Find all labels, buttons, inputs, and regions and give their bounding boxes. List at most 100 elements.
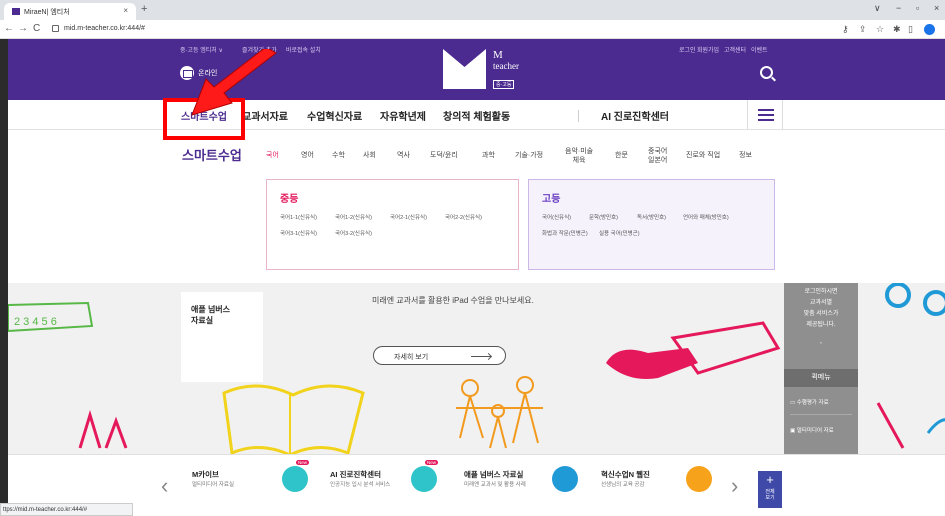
quick-link-multimedia[interactable]: ▣ 멀티미디어 자료 (790, 426, 834, 434)
browser-window: MiraeN| 엠티처 × + ∨ − ▫ × ← → C mid.m-teac… (0, 0, 945, 516)
view-all-button[interactable]: + 전체 보기 (758, 471, 782, 508)
quick-quote: ” (819, 342, 823, 349)
subject-info[interactable]: 정보 (739, 151, 752, 160)
new-badge: New (425, 460, 439, 465)
banner-card-title: 애플 넘버스 자료실 (191, 305, 231, 325)
high-school-panel: 고등 국어(신유식) 문학(방민호) 독서(방민호) 언어와 매체(방민호) 화… (528, 179, 775, 270)
subject-social[interactable]: 사회 (363, 151, 376, 160)
url-field[interactable]: mid.m-teacher.co.kr:444/# (64, 25, 145, 32)
high-heading: 고등 (542, 194, 561, 205)
quick-link-label: 수행평가 자료 (796, 400, 829, 406)
util-link-event[interactable]: 이벤트 (751, 45, 768, 54)
logo-teacher: teacher (493, 61, 519, 71)
subject-history[interactable]: 역사 (397, 151, 410, 160)
webzine-icon (686, 466, 712, 492)
textbook-link[interactable]: 국어2-2(신유식) (445, 213, 482, 221)
quick-link-assessment[interactable]: ▭ 수행평가 자료 (790, 398, 829, 406)
annotation-arrow-icon (191, 49, 277, 116)
subject-tech-home[interactable]: 기술·가정 (515, 151, 543, 160)
plus-icon: + (766, 472, 774, 487)
subject-math[interactable]: 수학 (332, 151, 345, 160)
window-close-icon[interactable]: × (934, 3, 939, 13)
address-bar: ← → C mid.m-teacher.co.kr:444/# ⚷ ⇪ ☆ ✱ … (0, 20, 945, 39)
nav-career-center[interactable]: AI 진로진학센터 (601, 108, 669, 123)
svg-text:2 3 4 5 6: 2 3 4 5 6 (14, 316, 57, 328)
reload-icon[interactable]: C (33, 23, 40, 34)
middle-heading: 중등 (280, 194, 299, 205)
new-tab-button[interactable]: + (141, 3, 147, 15)
quicklink-title: AI 진로진학센터 (330, 470, 381, 479)
textbook-link[interactable]: 실용 국어(민병곤) (599, 229, 640, 237)
quick-link-label: 멀티미디어 자료 (796, 428, 834, 434)
more-button-label: 자세히 보기 (394, 354, 429, 361)
quick-menu-title: 퀵메뉴 (784, 369, 858, 387)
lock-icon (52, 25, 59, 32)
banner-headline: 미래엔 교과서를 활용한 iPad 수업을 만나보세요. (372, 296, 534, 305)
textbook-link[interactable]: 국어1-2(신유식) (335, 213, 372, 221)
util-link-support[interactable]: 고객센터 (724, 45, 746, 54)
arrow-right-icon (471, 356, 491, 357)
subject-korean[interactable]: 국어 (266, 151, 279, 160)
banner-card[interactable]: 애플 넘버스 자료실 (181, 292, 263, 382)
chevron-left-icon[interactable]: ‹ (161, 473, 168, 499)
textbook-link[interactable]: 국어3-2(신유식) (335, 229, 372, 237)
subject-ethics[interactable]: 도덕/윤리 (430, 151, 458, 160)
main-nav: 스마트수업 교과서자료 수업혁신자료 자유학년제 창의적 체험활동 AI 진로진… (8, 100, 945, 130)
middle-school-panel: 중등 국어1-1(신유식) 국어1-2(신유식) 국어2-1(신유식) 국어2-… (266, 179, 519, 270)
favicon-icon (12, 8, 20, 15)
star-icon[interactable]: ☆ (876, 24, 884, 35)
minimize-icon[interactable]: − (896, 3, 901, 13)
subject-english[interactable]: 영어 (301, 151, 314, 160)
nav-free-semester[interactable]: 자유학년제 (380, 108, 426, 123)
status-url: ttps://mid.m-teacher.co.kr:444/# (0, 503, 133, 516)
menu-icon[interactable] (747, 100, 783, 130)
quicklink-desc: 멀티미디어 자료실 (192, 482, 235, 488)
tab-title: MiraeN| 엠티처 (24, 9, 70, 16)
back-icon[interactable]: ← (4, 23, 14, 34)
submenu-title: 스마트수업 (182, 148, 242, 163)
sidepanel-icon[interactable]: ▯ (908, 24, 913, 35)
subject-career[interactable]: 진로와 직업 (686, 151, 720, 160)
subject-hanmun[interactable]: 한문 (615, 151, 628, 160)
restore-icon[interactable]: ▫ (916, 3, 919, 13)
site-logo[interactable]: M teacher 중·고등 (443, 49, 543, 89)
textbook-link[interactable]: 문학(방민호) (589, 213, 618, 221)
textbook-link[interactable]: 언어와 매체(방민호) (683, 213, 729, 221)
apple-icon (552, 466, 578, 492)
tab-bar: MiraeN| 엠티처 × + ∨ − ▫ × (0, 0, 945, 20)
subject-science[interactable]: 과학 (482, 151, 495, 160)
more-button[interactable]: 자세히 보기 (373, 346, 506, 365)
search-icon[interactable] (760, 66, 773, 79)
browser-tab[interactable]: MiraeN| 엠티처 × (4, 3, 136, 20)
textbook-link[interactable]: 국어2-1(신유식) (390, 213, 427, 221)
share-icon[interactable]: ⇪ (859, 24, 867, 35)
extension-icon[interactable]: ✱ (893, 24, 901, 35)
quicklink-desc: 인공지능 입시 분석 서비스 (330, 482, 391, 488)
nav-innovation[interactable]: 수업혁신자료 (307, 108, 362, 123)
util-link-signup[interactable]: 회원가입 (697, 45, 719, 54)
quicklink-title: 애플 넘버스 자료실 (464, 470, 524, 479)
quick-divider (790, 414, 852, 415)
key-icon[interactable]: ⚷ (842, 24, 849, 35)
textbook-link[interactable]: 국어3-1(신유식) (280, 229, 317, 237)
forward-icon[interactable]: → (18, 23, 28, 34)
quick-panel: 로그인하시면 교과서별 맞춤 서비스가 제공됩니다. ” 퀵메뉴 ▭ 수행평가 … (784, 283, 858, 454)
site-header: 중·고등 엠티처 ∨ 즐겨찾기 추가 바로접속 설치 로그인 회원가입 고객센터… (8, 39, 945, 100)
chevron-down-icon[interactable]: ∨ (874, 3, 881, 14)
textbook-link[interactable]: 국어(신유식) (542, 213, 571, 221)
textbook-link[interactable]: 화법과 작문(민병곤) (542, 229, 588, 237)
quick-login-message[interactable]: 로그인하시면 교과서별 맞춤 서비스가 제공됩니다. (784, 287, 858, 331)
nav-creative[interactable]: 창의적 체험활동 (443, 108, 510, 123)
submenu-panel: 스마트수업 국어 영어 수학 사회 역사 도덕/윤리 과학 기술·가정 음악·미… (8, 131, 945, 283)
util-link-shortcut[interactable]: 바로접속 설치 (286, 45, 321, 54)
quicklink-title: 혁신수업N 웹진 (601, 470, 650, 479)
textbook-link[interactable]: 독서(방민호) (637, 213, 666, 221)
profile-icon[interactable] (924, 24, 935, 35)
chevron-right-icon[interactable]: › (731, 473, 738, 499)
util-link-login[interactable]: 로그인 (679, 45, 696, 54)
textbook-link[interactable]: 국어1-1(신유식) (280, 213, 317, 221)
tab-close-icon[interactable]: × (123, 6, 128, 15)
subject-arts[interactable]: 음악·미술 체육 (565, 147, 593, 165)
quicklink-title: M카이브 (192, 470, 219, 479)
subject-chinese-japanese[interactable]: 중국어 일본어 (648, 147, 667, 165)
